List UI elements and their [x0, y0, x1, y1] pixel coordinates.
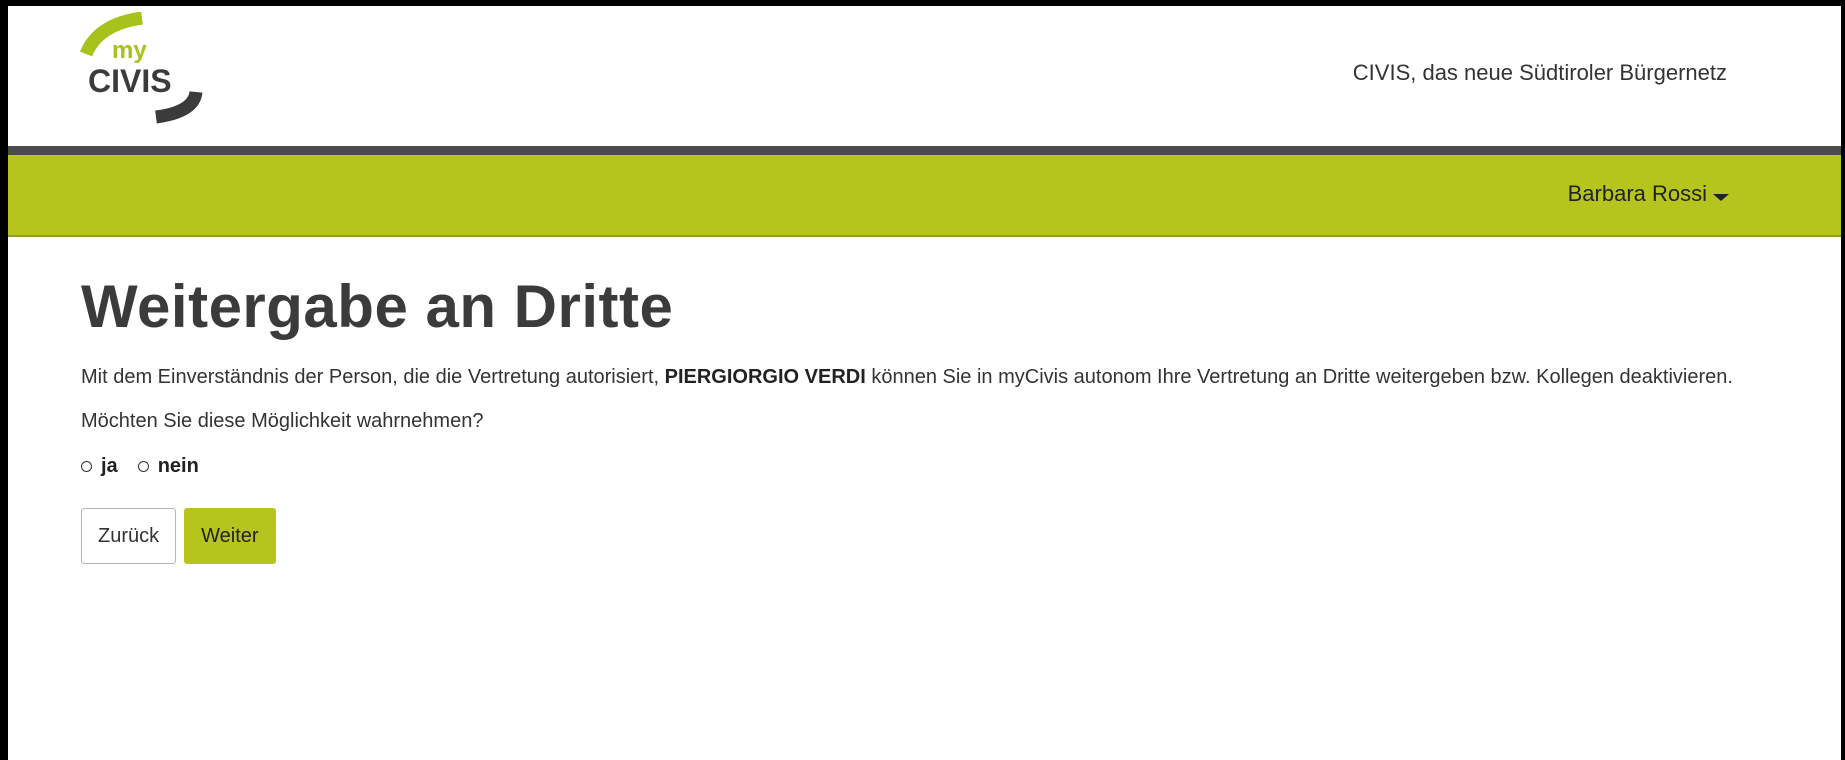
- form-actions: Zurück Weiter: [81, 508, 1781, 564]
- radio-option-nein[interactable]: nein: [137, 455, 199, 478]
- user-menu-toggle[interactable]: Barbara Rossi: [1568, 181, 1729, 207]
- radio-button-icon[interactable]: [81, 461, 92, 472]
- logo-my-text: my: [112, 37, 147, 64]
- logo-civis-text: CIVIS: [88, 63, 172, 99]
- intro-text-before: Mit dem Einverständnis der Person, die d…: [81, 366, 665, 388]
- authorizing-person-name: PIERGIORGIO VERDI: [664, 366, 866, 388]
- user-navbar: Barbara Rossi: [8, 155, 1841, 237]
- header-divider: [8, 146, 1841, 155]
- intro-text-after: können Sie in myCivis autonom Ihre Vertr…: [865, 366, 1733, 388]
- choice-radio-group: ja nein: [81, 455, 1781, 478]
- browser-frame: my CIVIS CIVIS, das neue Südtiroler Bürg…: [0, 0, 1845, 760]
- user-name: Barbara Rossi: [1567, 181, 1707, 206]
- main-content: Weitergabe an Dritte Mit dem Einverständ…: [81, 271, 1781, 564]
- intro-text: Mit dem Einverständnis der Person, die d…: [81, 361, 1741, 394]
- site-tagline: CIVIS, das neue Südtiroler Bürgernetz: [1352, 60, 1727, 85]
- next-button[interactable]: Weiter: [184, 508, 276, 564]
- mycivis-logo[interactable]: my CIVIS: [78, 12, 238, 142]
- radio-button-icon[interactable]: [137, 461, 149, 472]
- radio-label-nein: nein: [157, 455, 199, 477]
- caret-down-icon: [1713, 193, 1729, 201]
- page-title: Weitergabe an Dritte: [81, 273, 674, 340]
- question-text: Möchten Sie diese Möglichkeit wahrnehmen…: [81, 410, 484, 432]
- site-header: my CIVIS CIVIS, das neue Südtiroler Bürg…: [8, 6, 1841, 146]
- back-button[interactable]: Zurück: [81, 508, 177, 564]
- radio-option-ja[interactable]: ja: [81, 455, 118, 478]
- mycivis-logo-graphic: my CIVIS: [79, 12, 203, 124]
- radio-label-ja: ja: [101, 455, 118, 477]
